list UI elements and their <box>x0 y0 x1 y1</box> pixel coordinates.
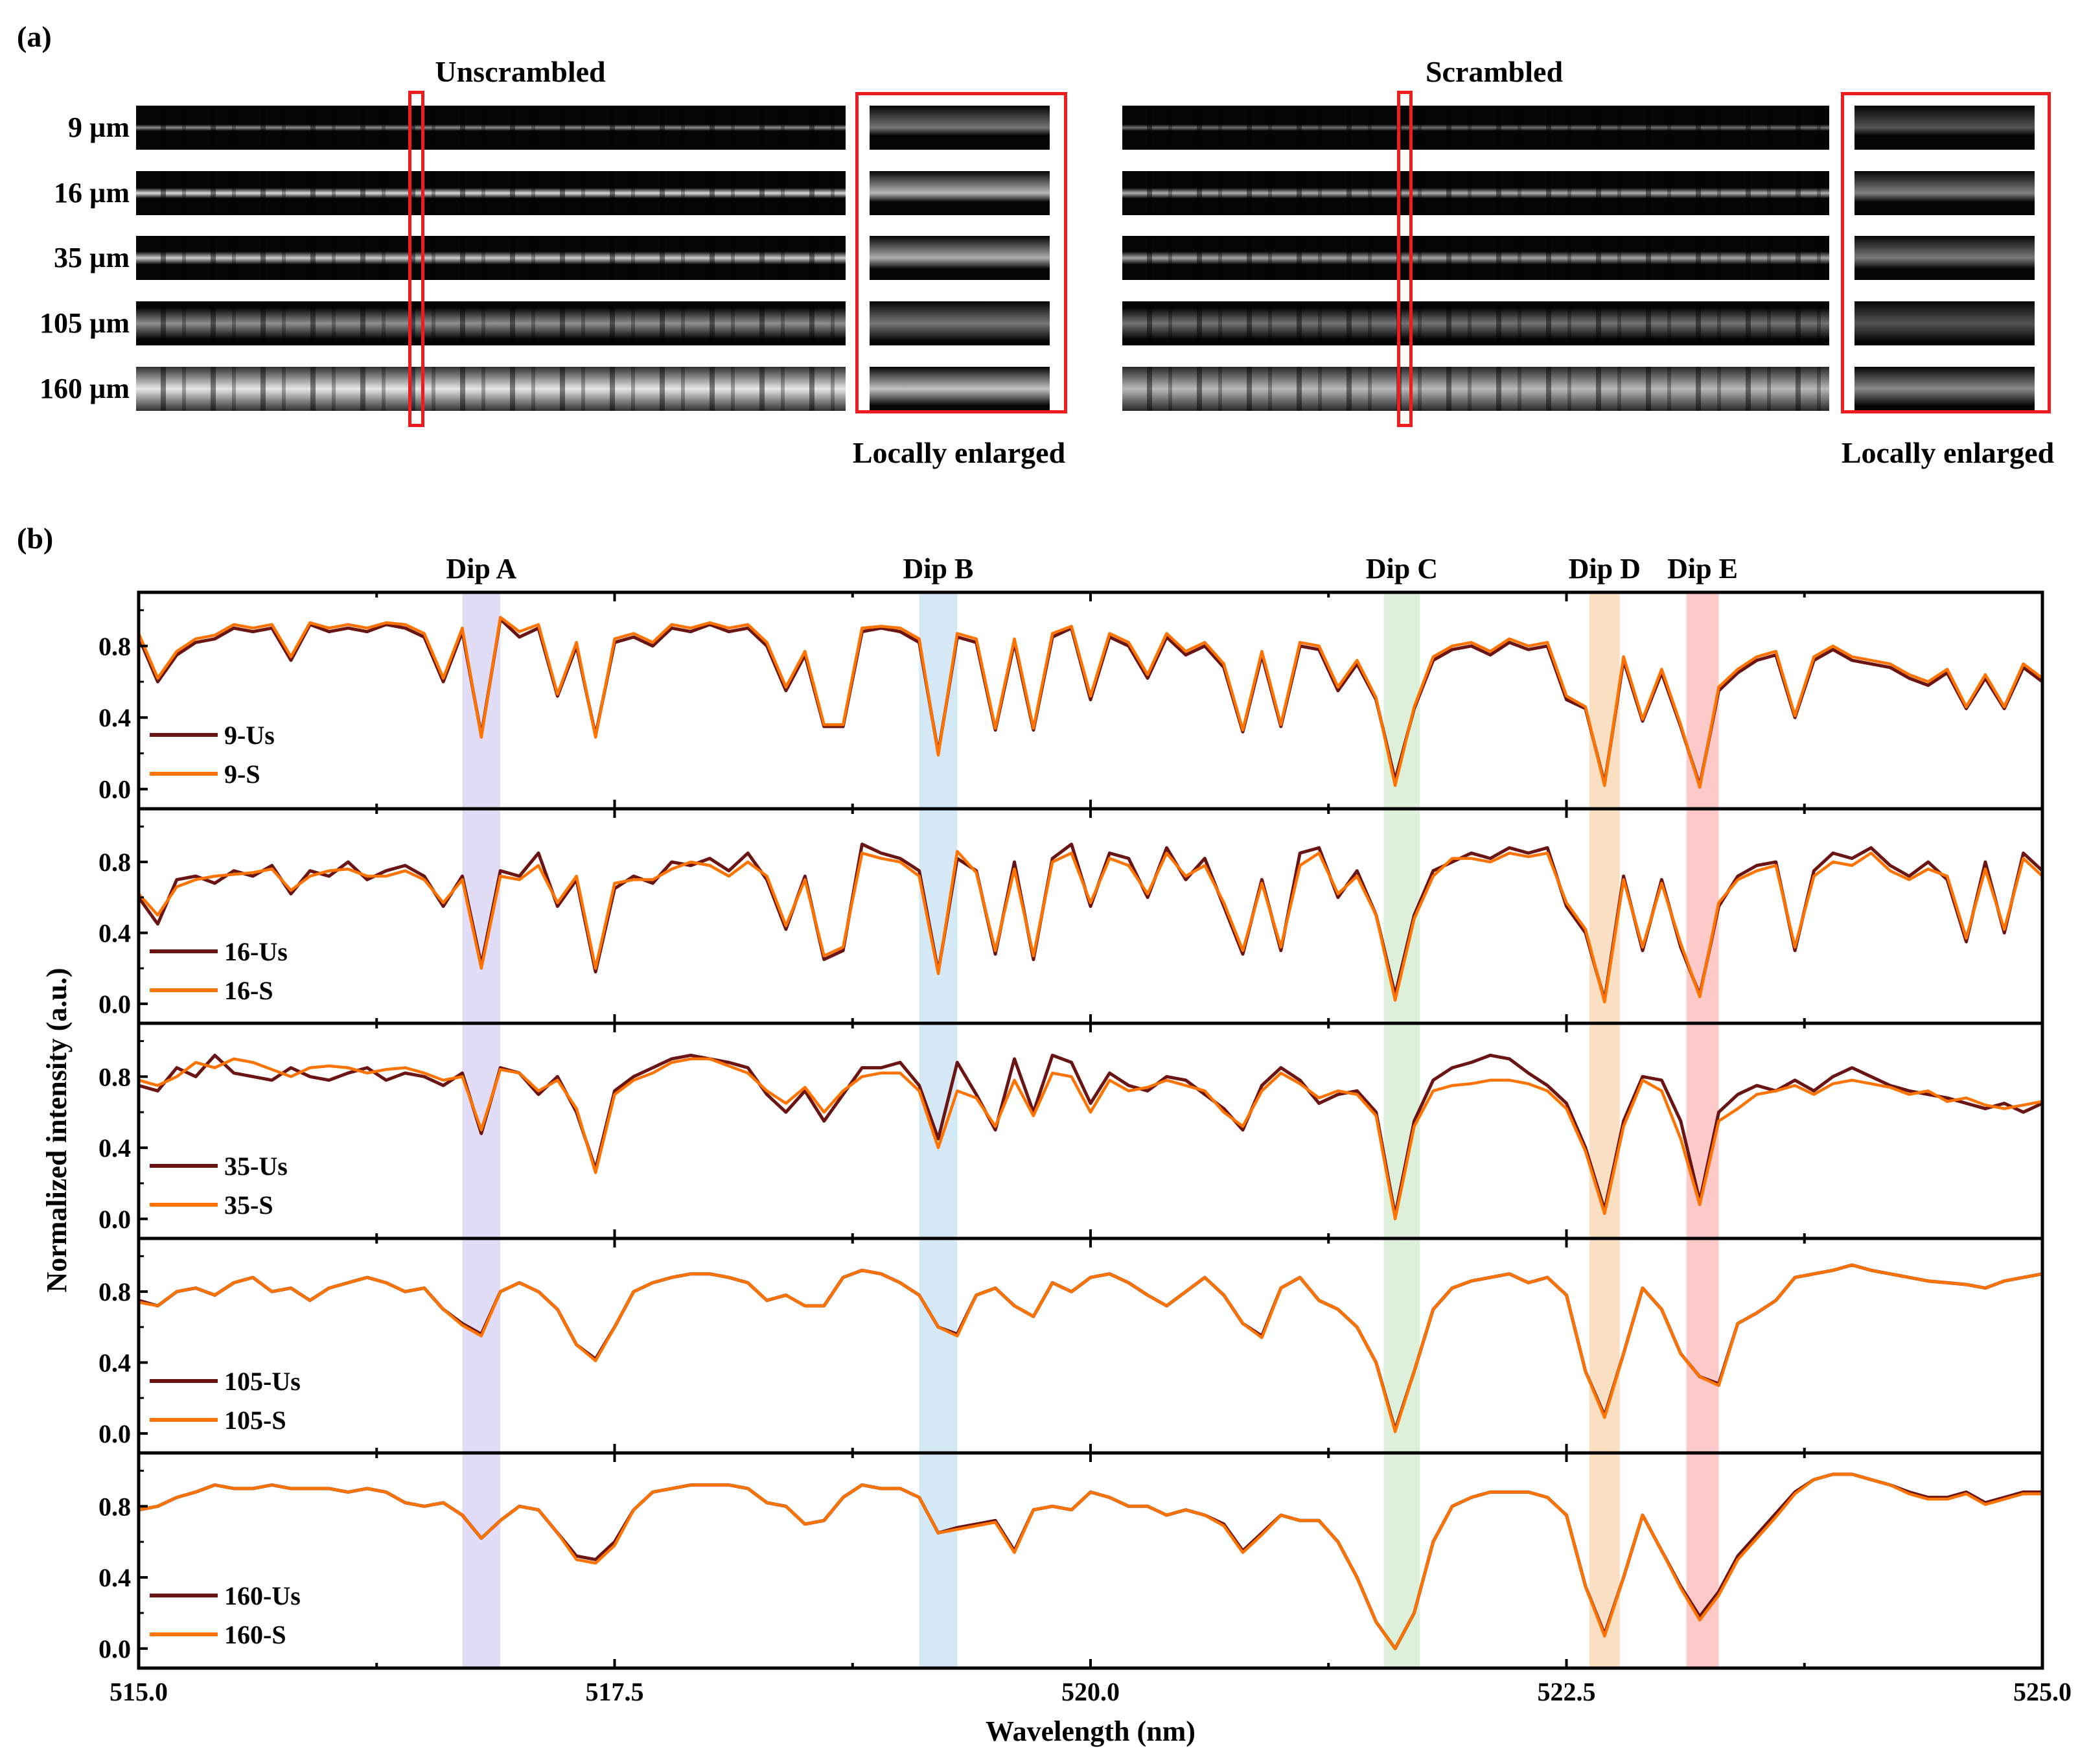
series-line <box>137 617 2044 787</box>
legend-label: 105-S <box>224 1406 286 1435</box>
panel-frame <box>137 1021 2044 1240</box>
y-tick-label: 0.0 <box>98 775 131 804</box>
y-tick-label: 0.4 <box>98 1348 131 1377</box>
dip-band <box>1589 592 1620 1668</box>
dip-label: Dip D <box>1569 553 1641 585</box>
legend-label: 16-S <box>224 976 273 1005</box>
panel-frame <box>137 807 2044 1025</box>
x-tick-label: 525.0 <box>2013 1677 2072 1706</box>
y-tick-label: 0.8 <box>98 1492 131 1521</box>
legend-label: 160-Us <box>224 1581 301 1610</box>
series-line <box>137 842 2044 1002</box>
series-line <box>138 1057 2043 1221</box>
dip-label: Dip B <box>903 553 974 585</box>
legend-label: 9-S <box>224 760 260 789</box>
dip-label: Dip A <box>446 553 516 585</box>
x-axis-label: Wavelength (nm) <box>986 1715 1196 1747</box>
y-tick-label: 0.8 <box>98 848 131 877</box>
x-tick-label: 520.0 <box>1061 1677 1120 1706</box>
y-tick-label: 0.4 <box>98 1133 131 1163</box>
series-line <box>138 1472 2042 1651</box>
legend-label: 35-S <box>224 1190 273 1220</box>
y-tick-label: 0.4 <box>98 918 131 947</box>
series-line <box>138 1053 2044 1217</box>
legend-label: 16-Us <box>224 937 288 966</box>
y-tick-label: 0.8 <box>98 1277 131 1306</box>
series-line <box>137 616 2044 789</box>
series-line <box>138 1263 2043 1433</box>
series-line <box>137 850 2044 1004</box>
spectra-chart: Dip A Dip B Dip C Dip D Dip E 9-Us 9-S 0.0 0.4 0.… <box>41 553 2072 1747</box>
x-tick-label: 515.0 <box>110 1677 168 1706</box>
x-tick-label: 522.5 <box>1538 1677 1596 1706</box>
y-tick-label: 0.8 <box>98 632 131 661</box>
y-tick-label: 0.0 <box>98 1205 131 1234</box>
y-axis-label: Normalized intensity (a.u.) <box>41 968 73 1292</box>
panel-frame <box>137 1451 2044 1670</box>
y-tick-label: 0.8 <box>98 1062 131 1091</box>
legend-label: 35-Us <box>224 1152 288 1181</box>
y-tick-label: 0.0 <box>98 1634 131 1664</box>
dip-label: Dip E <box>1667 553 1738 585</box>
y-tick-label: 0.4 <box>98 1563 131 1592</box>
legend-label: 105-Us <box>224 1367 301 1396</box>
y-tick-label: 0.0 <box>98 990 131 1019</box>
panel-frame <box>137 1236 2044 1455</box>
legend-label: 9-Us <box>224 721 275 750</box>
y-tick-label: 0.4 <box>98 703 131 732</box>
y-tick-label: 0.0 <box>98 1419 131 1448</box>
legend-label: 160-S <box>224 1620 286 1649</box>
series-line <box>138 1472 2042 1651</box>
dip-label: Dip C <box>1366 553 1438 585</box>
x-tick-label: 517.5 <box>586 1677 644 1706</box>
